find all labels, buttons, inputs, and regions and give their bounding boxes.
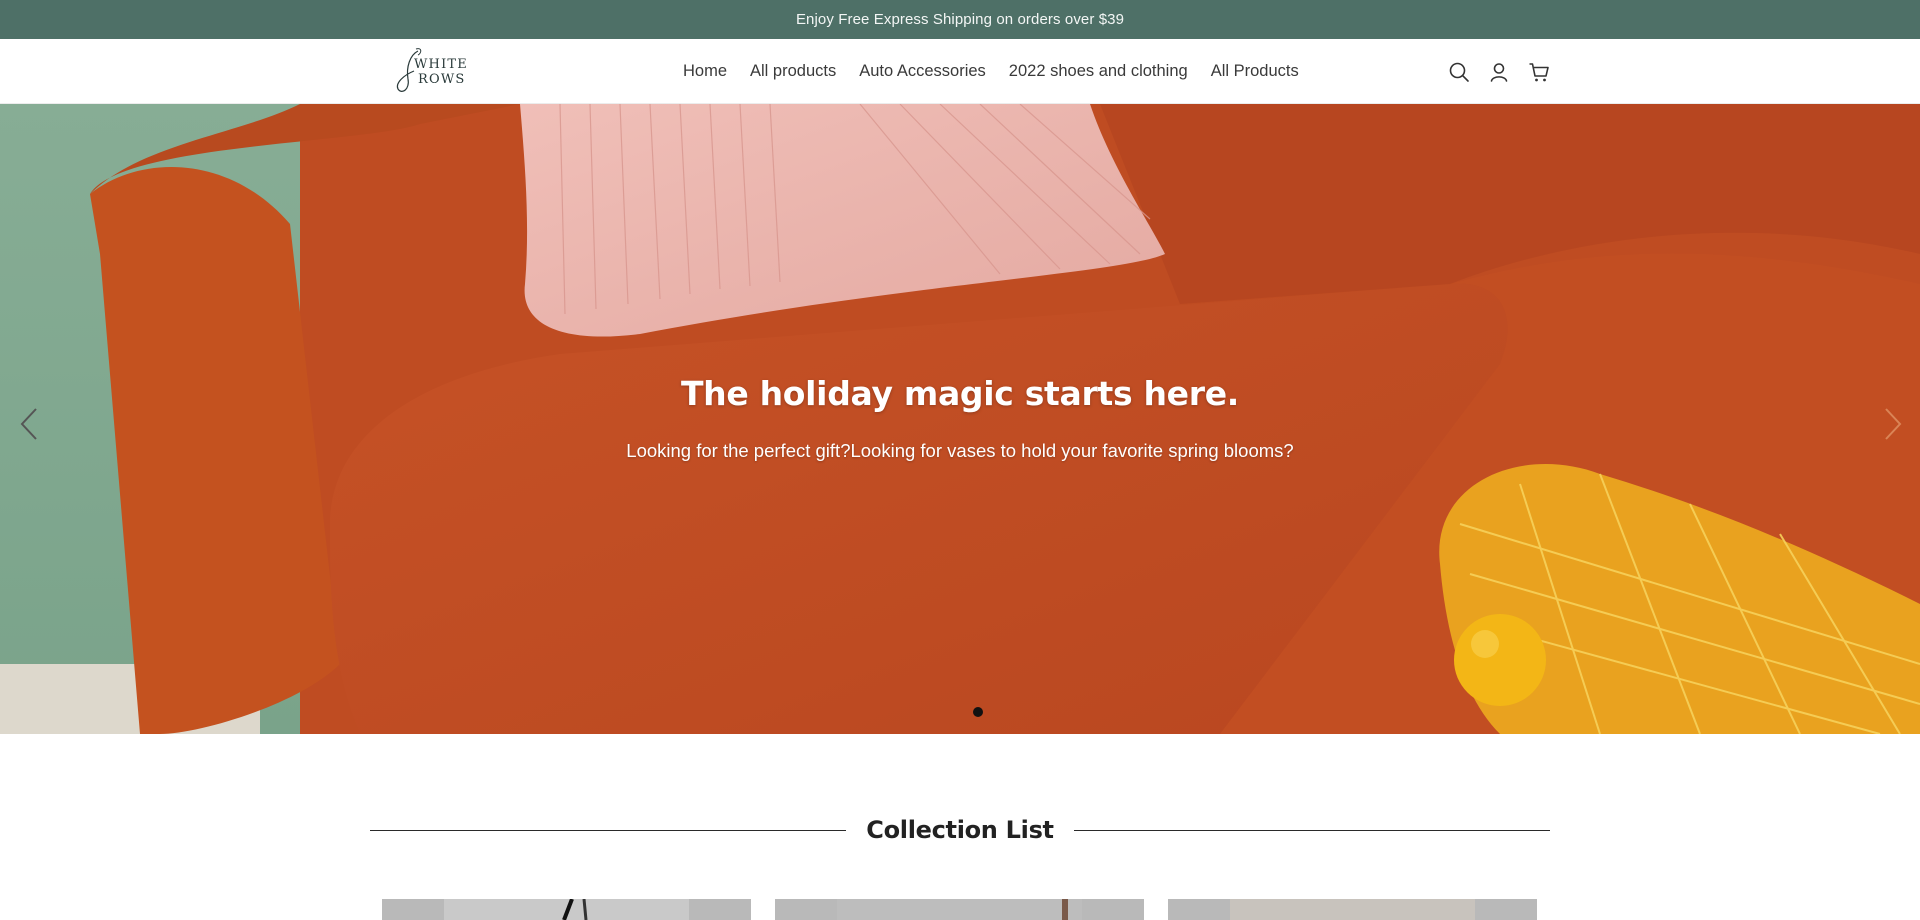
slide-dot-2[interactable] [973, 707, 983, 717]
card-image-detail [1062, 899, 1068, 920]
announcement-text: Enjoy Free Express Shipping on orders ov… [795, 11, 1125, 28]
logo-line-1: WHITE [414, 57, 468, 72]
divider-left [370, 829, 847, 831]
cart-icon[interactable] [1528, 61, 1550, 83]
logo[interactable]: WHITE ROWS [392, 45, 472, 97]
logo-line-2: ROWS [418, 72, 466, 87]
nav-all-products[interactable]: All products [750, 62, 836, 81]
chevron-left-icon[interactable] [14, 399, 44, 449]
collection-card[interactable] [1168, 899, 1537, 920]
card-image-detail [562, 899, 588, 920]
site-header: WHITE ROWS Home All products Auto Access… [0, 39, 1920, 104]
nav-all-products-2[interactable]: All Products [1211, 62, 1299, 81]
header-icons [1448, 59, 1550, 85]
collection-cards [382, 899, 1538, 920]
collection-card-image [837, 899, 1082, 920]
hero-background-image [0, 104, 1920, 734]
chevron-right-icon[interactable] [1878, 399, 1908, 449]
hero-slideshow: The holiday magic starts here. Looking f… [0, 104, 1920, 734]
main-nav: Home All products Auto Accessories 2022 … [683, 39, 1299, 104]
logo-wordmark: WHITE ROWS [414, 57, 468, 87]
hero-subtitle: Looking for the perfect gift?Looking for… [626, 440, 1294, 461]
collection-card-image [1230, 899, 1475, 920]
nav-auto-accessories[interactable]: Auto Accessories [859, 62, 986, 81]
hero-title: The holiday magic starts here. [680, 374, 1240, 413]
nav-home[interactable]: Home [683, 62, 727, 81]
account-icon[interactable] [1488, 61, 1510, 83]
announcement-bar: Enjoy Free Express Shipping on orders ov… [0, 0, 1920, 39]
collection-list-title: Collection List [866, 816, 1054, 844]
search-icon[interactable] [1448, 61, 1470, 83]
slide-dot-1[interactable] [937, 707, 947, 717]
collection-list-header: Collection List [370, 810, 1550, 850]
nav-2022-shoes-clothing[interactable]: 2022 shoes and clothing [1009, 62, 1188, 81]
collection-card[interactable] [775, 899, 1144, 920]
slide-dots [0, 707, 1920, 717]
divider-right [1073, 829, 1550, 831]
collection-card[interactable] [382, 899, 751, 920]
